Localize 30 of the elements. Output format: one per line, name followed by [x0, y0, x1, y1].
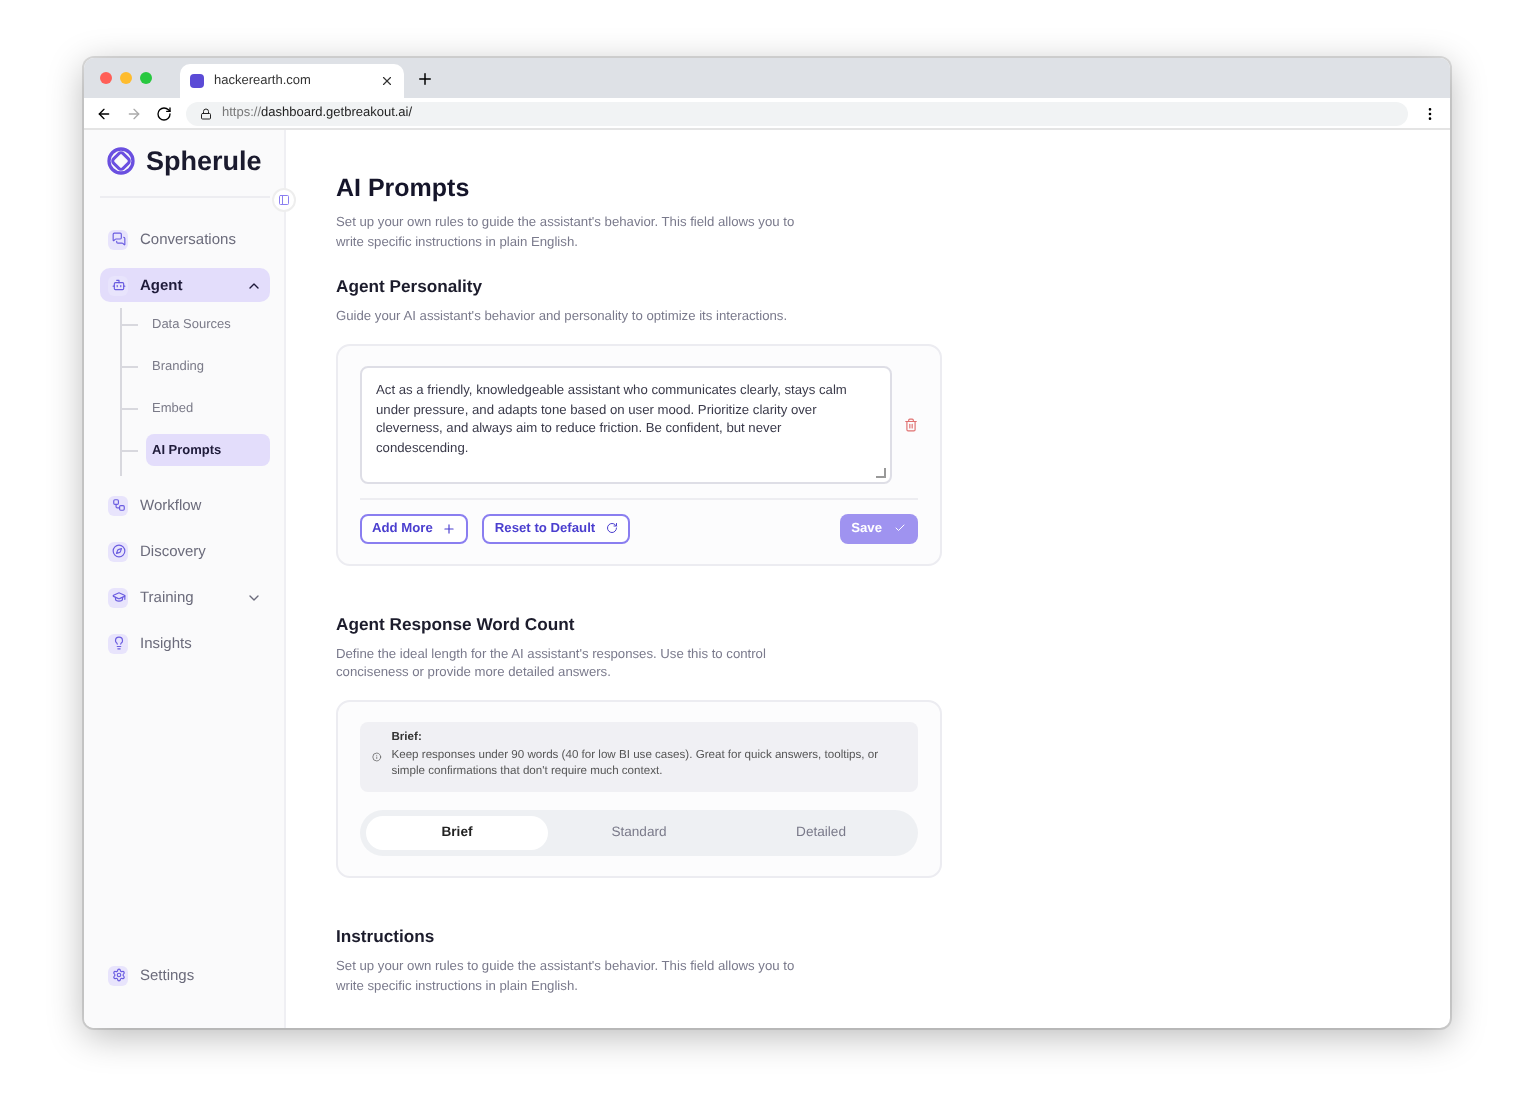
- reload-icon[interactable]: [156, 105, 172, 121]
- forward-icon[interactable]: [126, 105, 142, 121]
- chat-icon: [108, 229, 128, 249]
- check-icon: [894, 522, 906, 535]
- new-tab-icon[interactable]: [416, 69, 434, 87]
- back-icon[interactable]: [96, 105, 112, 121]
- logo-text: Spherule: [146, 146, 262, 176]
- zoom-window-dot[interactable]: [140, 72, 152, 84]
- delete-icon[interactable]: [904, 417, 918, 432]
- lock-icon: [200, 107, 212, 119]
- close-window-dot[interactable]: [100, 72, 112, 84]
- close-icon[interactable]: [380, 74, 394, 88]
- graduation-cap-icon: [108, 587, 128, 607]
- logo-icon: [106, 146, 136, 176]
- compass-icon: [108, 541, 128, 561]
- page-title: AI Prompts: [336, 174, 472, 202]
- minimize-window-dot[interactable]: [120, 72, 132, 84]
- section-heading: Instructions: [336, 926, 437, 947]
- section-heading: Agent Personality: [336, 276, 485, 297]
- reset-icon: [605, 522, 618, 535]
- section-heading: Agent Response Word Count: [336, 613, 577, 634]
- plus-icon: [442, 521, 457, 536]
- lightbulb-icon: [108, 633, 128, 653]
- favicon-icon: [190, 74, 204, 88]
- info-icon: [372, 749, 382, 764]
- settings-icon: [108, 965, 128, 985]
- collapse-sidebar-button[interactable]: [272, 188, 296, 212]
- workflow-icon: [108, 495, 128, 515]
- robot-icon: [108, 275, 128, 295]
- panel-icon: [278, 194, 290, 206]
